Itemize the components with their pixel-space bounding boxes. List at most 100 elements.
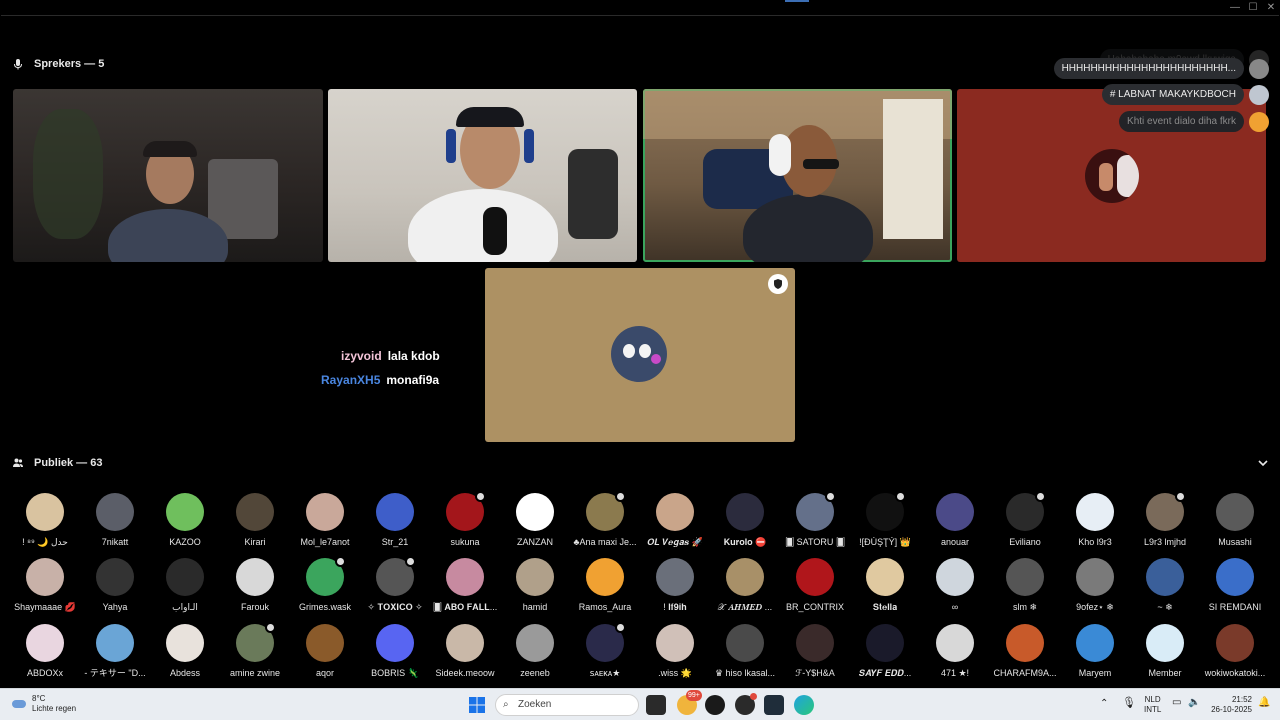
audience-member[interactable]: sukuna <box>427 491 503 548</box>
audience-member[interactable]: Grimes.wask <box>287 556 363 613</box>
audience-member[interactable]: aqor <box>287 624 363 679</box>
avatar <box>236 493 274 531</box>
audience-member[interactable]: Kirari <box>217 493 293 548</box>
speaker-body <box>743 194 873 262</box>
audience-member[interactable]: - テキサー "D... <box>77 624 153 679</box>
audience-member[interactable]: KAZOO <box>147 493 223 548</box>
audience-member[interactable]: Member <box>1127 624 1203 679</box>
browser-icon[interactable] <box>705 695 725 715</box>
speaker-video-tile[interactable] <box>13 89 323 262</box>
shield-icon <box>615 622 626 633</box>
speaker-video-tile-active[interactable] <box>643 89 952 262</box>
volume-icon[interactable]: 🔈 <box>1188 698 1200 708</box>
audience-member-name: 𝐒𝐭𝐞𝐥𝐥𝐚 <box>872 602 898 612</box>
avatar <box>866 491 906 531</box>
app-icon[interactable]: 99+ <box>677 690 702 715</box>
audience-member-name: Ramos_Aura <box>578 602 632 612</box>
audience-member[interactable]: amine zwine <box>217 622 293 679</box>
taskbar-search[interactable]: ⌕ Zoeken <box>495 694 639 716</box>
chat-message: # LABNAT MAKAYKDBOCH <box>1101 84 1269 105</box>
audience-member-name: KAZOO <box>169 537 201 547</box>
audience-member[interactable]: Ramos_Aura <box>567 558 643 613</box>
chevron-up-icon[interactable]: ⌃ <box>1100 699 1108 709</box>
avatar <box>586 491 626 531</box>
avatar <box>866 558 904 596</box>
audience-member[interactable]: SI REMDANI <box>1197 558 1273 613</box>
audience-member-name: anouar <box>940 537 970 547</box>
close-button[interactable]: ✕ <box>1264 2 1278 14</box>
audience-member[interactable]: ♛ hiso lkasal... <box>707 624 783 679</box>
audience-member[interactable]: ! 𝐥𝐟𝟗𝐢𝐡 <box>637 558 713 613</box>
audience-member[interactable]: 𝑺𝑨𝒀𝑭 𝑬𝑫𝑫... <box>847 624 923 679</box>
avatar <box>306 493 344 531</box>
audience-member[interactable]: 7nikatt <box>77 493 153 548</box>
audience-member[interactable]: 🂠 𝐀𝐁𝐎 𝐅𝐀𝐋𝐋... <box>427 558 503 613</box>
audience-member[interactable]: BR_CONTRIX <box>777 558 853 613</box>
audience-member[interactable]: L9r3 lmjhd <box>1127 491 1203 548</box>
audience-member[interactable]: ℱ-Y$H&A <box>777 624 853 679</box>
audience-member[interactable]: ZANZAN <box>497 493 573 548</box>
audience-member[interactable]: Musashi <box>1197 493 1273 548</box>
task-view-icon[interactable] <box>646 695 666 715</box>
audience-member[interactable]: wokiwokatoki... <box>1197 624 1273 679</box>
hair <box>456 107 524 127</box>
microphone-icon[interactable]: 🎙 <box>1122 698 1136 709</box>
audience-member-name: Sideek.meoow <box>435 668 495 678</box>
audience-member[interactable]: ♣Ana maxi Je... <box>567 491 643 548</box>
avatar <box>96 493 134 531</box>
audience-member[interactable]: ∞ <box>917 558 993 613</box>
audience-member[interactable]: 𝐒𝐭𝐞𝐥𝐥𝐚 <box>847 558 923 613</box>
audience-member-name: Yahya <box>102 602 128 612</box>
audience-member[interactable]: 471 ★! <box>917 624 993 679</box>
audience-member[interactable]: ꜱᴀᴇᴋᴀ★ <box>567 622 643 679</box>
audience-member[interactable]: 🂠 SATORU 🂠 <box>777 491 853 548</box>
audience-member[interactable]: 𝐊𝐮𝐫𝐨𝐥𝐨 ⛔ <box>707 493 783 548</box>
audience-member[interactable]: الـﺍﻭﺍﺏ <box>147 558 223 613</box>
speaker-avatar <box>1085 149 1139 203</box>
audience-member[interactable]: hamid <box>497 558 573 613</box>
notification-bell-icon[interactable]: 🔔 <box>1258 698 1270 708</box>
network-icon[interactable]: ▭ <box>1172 698 1181 708</box>
avatar <box>586 558 624 596</box>
audience-member[interactable]: slm ❄ <box>987 558 1063 613</box>
audience-member[interactable]: ! حدل 🌙 ⁸⁹ <box>7 493 83 548</box>
audience-member[interactable]: Yahya <box>77 558 153 613</box>
windows-start-icon[interactable] <box>468 696 486 714</box>
app-icon[interactable] <box>735 693 757 715</box>
audience-member[interactable]: 𝒳 𝑨𝑯𝑴𝑬𝑫 ... <box>707 558 783 613</box>
maximize-button[interactable]: ☐ <box>1246 2 1260 14</box>
audience-member[interactable]: anouar <box>917 493 993 548</box>
audience-member[interactable]: .wiss 🌟 <box>637 624 713 679</box>
audience-member[interactable]: BOBRIS 🦎 <box>357 624 433 679</box>
audience-member[interactable]: Kho l9r3 <box>1057 493 1133 548</box>
audience-member[interactable]: ~ ❄ <box>1127 558 1203 613</box>
titlebar-drag-indicator <box>785 0 809 2</box>
speaker-avatar-tile[interactable] <box>485 268 795 442</box>
audience-member[interactable]: Maryem <box>1057 624 1133 679</box>
weather-widget[interactable]: 8°C Lichte regen <box>12 694 76 714</box>
audience-member[interactable]: Abdess <box>147 624 223 679</box>
app-icon[interactable] <box>764 695 784 715</box>
speaker-video-tile[interactable] <box>328 89 637 262</box>
audience-member[interactable]: ✧ 𝐓𝐎𝐗𝐈𝐂𝐎 ✧ <box>357 556 433 613</box>
audience-member[interactable]: 9ofez⋆ ❄ <box>1057 558 1133 613</box>
audience-member-name: wokiwokatoki... <box>1204 668 1266 678</box>
audience-member[interactable]: ABDOXx <box>7 624 83 679</box>
audience-member[interactable]: Str_21 <box>357 493 433 548</box>
audience-member[interactable]: Farouk <box>217 558 293 613</box>
audience-member[interactable]: 𝑶𝑳 𝑽𝒆𝒈𝒂𝒔 🚀 <box>637 493 713 548</box>
audience-member-name: ♣Ana maxi Je... <box>573 537 637 547</box>
minimize-button[interactable]: — <box>1228 2 1242 14</box>
audience-member[interactable]: Eviliano <box>987 491 1063 548</box>
audience-member[interactable]: Mol_le7anot <box>287 493 363 548</box>
audience-member[interactable]: Shaymaaae 💋 <box>7 558 83 613</box>
audience-member[interactable]: zeeneb <box>497 624 573 679</box>
chevron-down-icon[interactable] <box>1256 456 1270 470</box>
audience-member[interactable]: Sideek.meoow <box>427 624 503 679</box>
audience-member[interactable]: ![ÐÚŞŢÝ] 👑 <box>847 491 923 548</box>
edge-browser-icon[interactable] <box>794 695 814 715</box>
chat-message: HHHHHHHHHHHHHHHHHHHHHHH... <box>1053 58 1269 79</box>
clock[interactable]: 21:52 26-10-2025 <box>1208 695 1252 715</box>
audience-member[interactable]: CHARAFM9A... <box>987 624 1063 679</box>
language-indicator[interactable]: NLD INTL <box>1144 695 1161 715</box>
